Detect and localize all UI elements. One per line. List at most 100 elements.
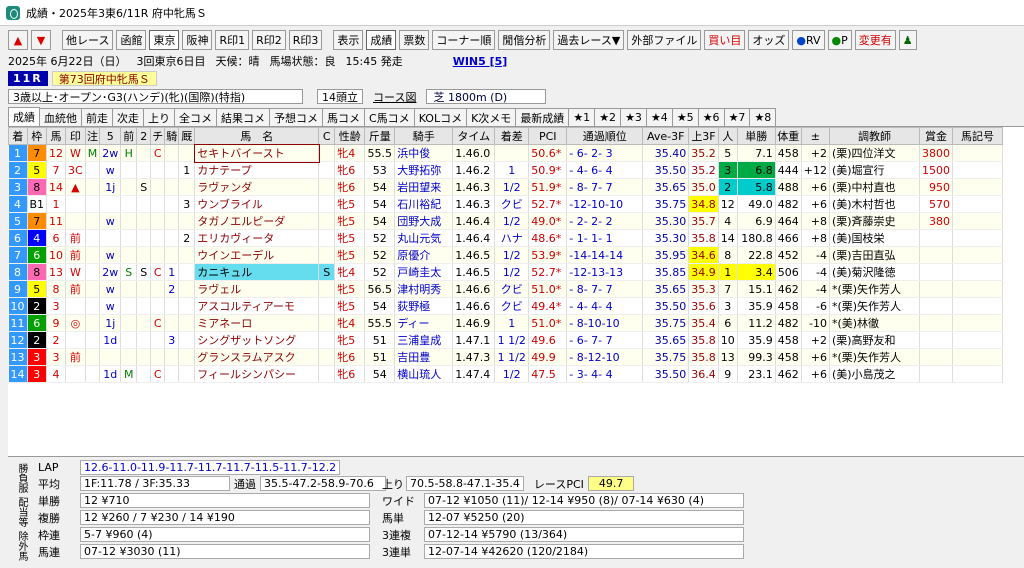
toolbar-button[interactable]: 表示 — [333, 30, 364, 50]
cell: 34.8 — [688, 195, 719, 213]
table-row[interactable]: 8 8 13 W 2w S S C 1 カニキュル S 牝4 52 戸崎圭太 1.46.5 1/2 52.7* -… — [8, 263, 1003, 281]
column-header[interactable]: 騎 — [164, 127, 180, 145]
toolbar-button[interactable]: 東京 — [149, 30, 180, 50]
tab-3[interactable]: 次走 — [112, 108, 144, 126]
column-header[interactable]: 2 — [136, 127, 152, 145]
column-header[interactable]: 5 — [99, 127, 122, 145]
column-header[interactable]: 斤量 — [364, 127, 396, 145]
side-tab-scratched[interactable]: 除外馬 — [14, 531, 29, 561]
tab-7[interactable]: 予想コメ — [269, 108, 323, 126]
column-header[interactable]: ± — [800, 127, 830, 145]
table-row[interactable]: 5 7 11 w タガノエルピーダ 牝5 54 団野大成 1.46.4 1/2 49.0* - 2- … — [8, 212, 1003, 230]
table-row[interactable]: 4 B1 1 3 ウンブライル 牝5 54 石川裕紀 1.46.3 クビ 52.7* -12-10-1… — [8, 195, 1003, 213]
column-header[interactable]: 人 — [717, 127, 738, 145]
side-tab-silks[interactable]: 勝負服 — [14, 463, 29, 493]
column-header[interactable]: 賞金 — [918, 127, 953, 145]
table-row[interactable]: 10 2 3 w アスコルティアーモ 牝5 54 荻野極 1.46.6 クビ 49.4* - 4- 4… — [8, 297, 1003, 315]
cell — [65, 331, 86, 349]
tab-20[interactable]: ★8 — [749, 108, 777, 126]
column-header[interactable]: 印 — [65, 127, 86, 145]
column-header[interactable]: 馬 名 — [194, 127, 320, 145]
column-header[interactable]: 調教師 — [828, 127, 920, 145]
toolbar-button[interactable]: 他レース — [62, 30, 114, 50]
column-header[interactable]: 上3F — [688, 127, 719, 145]
table-row[interactable]: 13 3 3 前グランスラムアスク 牝6 51 吉田豊 1.47.3 1 1/2 49.9- 8-… — [8, 348, 1003, 366]
tab-16[interactable]: ★4 — [645, 108, 673, 126]
table-row[interactable]: 7 6 10 前 w ウインエーデル 牝5 52 原優介 1.46.5 1/2 53.9* -14-14… — [8, 246, 1003, 264]
column-header[interactable]: 単勝 — [736, 127, 776, 145]
column-header[interactable]: 体重 — [774, 127, 802, 145]
tab-11[interactable]: K次メモ — [466, 108, 517, 126]
column-header[interactable]: 通過順位 — [566, 127, 644, 145]
table-row[interactable]: 1 7 12 W M 2w H C セキトバイースト 牝4 55.5 浜中俊 1.46.0 50.6* - … — [8, 143, 1003, 163]
column-header[interactable]: 枠 — [26, 127, 48, 145]
table-row[interactable]: 6 4 6 前 2 エリカヴィータ 牝5 52 丸山元気 1.46.4 ハナ 48.6* - 1- 1-… — [8, 229, 1003, 247]
column-header[interactable]: タイム — [452, 127, 496, 145]
tab-13[interactable]: ★1 — [568, 108, 596, 126]
tab-4[interactable]: 上り — [143, 108, 175, 126]
toolbar-button[interactable]: ● RV — [792, 30, 825, 50]
column-header[interactable]: 騎手 — [394, 127, 454, 145]
toolbar-button[interactable]: 変更有 — [854, 30, 896, 50]
tab-5[interactable]: 全コメ — [174, 108, 217, 126]
table-row[interactable]: 12 2 2 1d 3 シングザットソング 牝5 51 三浦皇成 1.47.1 1 1/2 49.6-… — [8, 331, 1003, 349]
column-header[interactable]: 馬 — [46, 127, 67, 145]
race-date: 2025年 6月22日（日） — [8, 55, 127, 68]
toolbar-button[interactable]: 函館 — [116, 30, 147, 50]
toolbar-button[interactable]: 成績 — [366, 30, 397, 50]
column-header[interactable]: 馬記号 — [951, 127, 1003, 145]
column-header[interactable]: PCI — [528, 127, 568, 145]
toolbar-button[interactable]: オッズ — [748, 30, 790, 50]
toolbar-button[interactable]: R印2 — [252, 30, 286, 50]
tab-9[interactable]: C馬コメ — [364, 108, 415, 126]
win5-link[interactable]: WIN5 [5] — [453, 55, 508, 68]
table-row[interactable]: 2 5 7 3C w 1 カナテープ 牝6 53 大野拓弥 1.46.2 1 50.9* - 4- 6- … — [8, 161, 1003, 179]
tab-12[interactable]: 最新成績 — [515, 108, 570, 126]
table-row[interactable]: 3 8 14 ▲ 1j S ラヴァンダ 牝6 54 岩田望来 1.46.3 1/2 51.9* - 8- … — [8, 178, 1003, 196]
table-row[interactable]: 9 5 8 前 w 2 ラヴェル 牝5 56.5 津村明秀 1.46.6 クビ 51.0* - 8- 7-… — [8, 280, 1003, 298]
tab-15[interactable]: ★3 — [620, 108, 647, 126]
tab-2[interactable]: 前走 — [81, 108, 113, 126]
tab-8[interactable]: 馬コメ — [322, 108, 365, 126]
column-header[interactable]: 着 — [8, 127, 28, 145]
toolbar-button[interactable]: 買い目 — [704, 30, 746, 50]
tab-19[interactable]: ★7 — [723, 108, 751, 126]
cell: 35.6 — [688, 297, 719, 315]
column-header[interactable]: C — [318, 127, 336, 145]
side-tab-payouts[interactable]: 配当等 — [14, 497, 29, 527]
column-header[interactable]: 注 — [84, 127, 101, 145]
toolbar-button[interactable]: R印3 — [288, 30, 323, 50]
tab-0[interactable]: 成績 — [8, 107, 40, 126]
cell: (栗)中村直也 — [829, 178, 920, 196]
toolbar-button[interactable]: コーナー順 — [432, 30, 496, 50]
table-row[interactable]: 14 3 4 1d M C フィールシンパシー 牝6 54 横山琉人 1.47.4 1/2 47.5- … — [8, 365, 1003, 383]
tab-1[interactable]: 血統他 — [39, 108, 82, 126]
prev-race-button[interactable]: ▲ — [8, 30, 28, 50]
cell: W — [65, 144, 86, 162]
cell: 1 — [718, 263, 738, 281]
next-race-button[interactable]: ▼ — [31, 30, 51, 50]
column-header[interactable]: 性齢 — [334, 127, 366, 145]
course-map-link[interactable]: コース図 — [373, 89, 416, 105]
table-row[interactable]: 11 6 9 ◎ 1j C ミアネーロ 牝4 55.5 ディー 1.46.9 1 51.0* - 8-10… — [8, 314, 1003, 332]
toolbar-button[interactable]: R印1 — [215, 30, 250, 50]
people-icon[interactable]: ♟ — [898, 30, 917, 50]
tab-14[interactable]: ★2 — [594, 108, 622, 126]
toolbar-button[interactable]: 過去レース▼ — [553, 30, 625, 50]
cell: 1.46.5 — [452, 246, 496, 264]
tab-18[interactable]: ★6 — [697, 108, 725, 126]
tab-6[interactable]: 結果コメ — [216, 108, 270, 126]
column-header[interactable]: 着差 — [494, 127, 530, 145]
tab-10[interactable]: KOLコメ — [413, 108, 468, 126]
toolbar-button[interactable]: ● P — [827, 30, 852, 50]
column-header[interactable]: 厩 — [178, 127, 196, 145]
column-header[interactable]: チ — [150, 127, 166, 145]
column-header[interactable]: 前 — [120, 127, 138, 145]
toolbar-button[interactable]: 外部ファイル — [627, 30, 702, 50]
toolbar-button[interactable]: 閒偕分析 — [498, 30, 551, 50]
cell: ウインエーデル — [194, 246, 320, 264]
toolbar-button[interactable]: 阪神 — [182, 30, 213, 50]
toolbar-button[interactable]: 票数 — [399, 30, 430, 50]
column-header[interactable]: Ave-3F — [642, 127, 690, 145]
tab-17[interactable]: ★5 — [671, 108, 699, 126]
